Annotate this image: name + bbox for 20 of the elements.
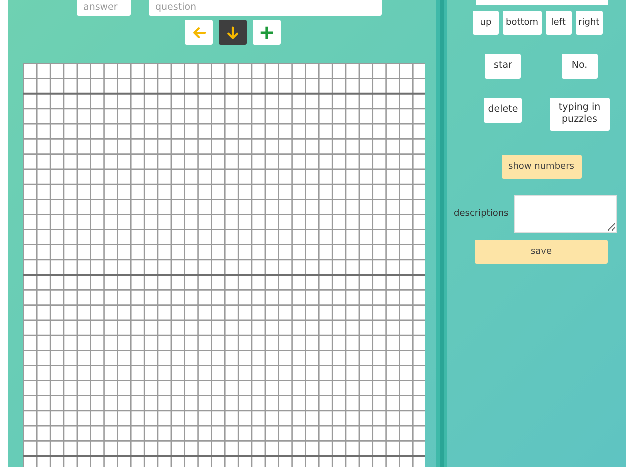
save-button[interactable]: save	[475, 240, 608, 264]
move-button[interactable]: left	[546, 11, 572, 35]
move-button[interactable]: right	[576, 11, 603, 35]
tool-button[interactable]: typing in puzzles	[550, 98, 610, 131]
move-button[interactable]: up	[473, 11, 499, 35]
left-arrow-icon	[192, 26, 206, 40]
down-arrow-icon	[226, 26, 240, 40]
plus-icon	[260, 26, 274, 40]
move-button[interactable]: bottom	[503, 11, 542, 35]
show-numbers-button[interactable]: show numbers	[502, 154, 582, 179]
tool-button[interactable]: No.	[562, 54, 598, 79]
tool-button[interactable]: delete	[484, 98, 522, 123]
question-field[interactable]: question	[148, 0, 382, 16]
add-button[interactable]	[253, 20, 281, 45]
descriptions-label: descriptions	[454, 208, 509, 219]
tool-button[interactable]: star	[485, 54, 522, 79]
answer-field[interactable]: answer	[76, 0, 130, 16]
crossword-grid[interactable]	[22, 63, 426, 467]
direction-button[interactable]	[219, 20, 247, 45]
descriptions-field[interactable]	[514, 194, 617, 233]
